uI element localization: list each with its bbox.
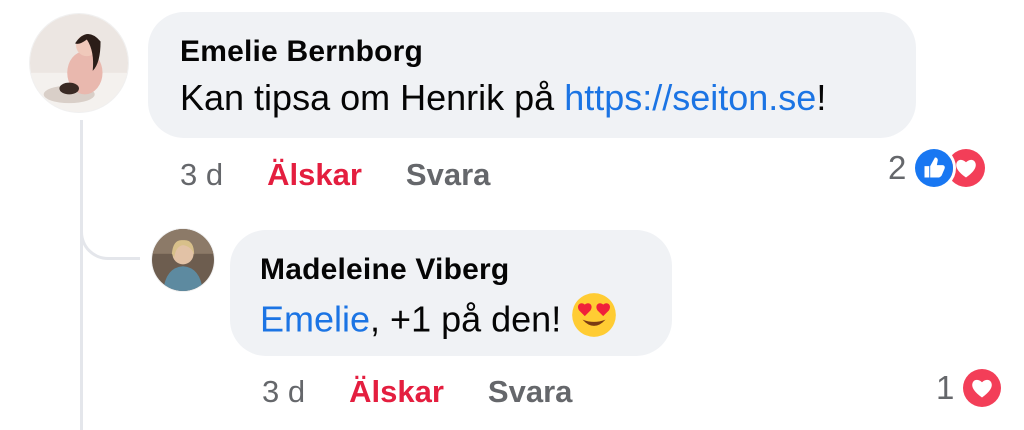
reaction-summary[interactable]: 2 (888, 146, 989, 190)
reply-button[interactable]: Svara (488, 374, 572, 410)
mention-link[interactable]: Emelie (260, 299, 370, 340)
reaction-summary[interactable]: 1 (936, 366, 1005, 410)
avatar-emelie[interactable] (30, 14, 128, 112)
like-icon (912, 146, 957, 190)
comment-time[interactable]: 3 d (180, 157, 223, 193)
reply-actions: 3 d Älskar Svara (262, 374, 572, 410)
reaction-count: 2 (888, 149, 907, 186)
reply-button[interactable]: Svara (406, 157, 490, 193)
avatar-madeleine[interactable] (152, 229, 214, 291)
comment-text-part: Kan tipsa om Henrik på (180, 77, 565, 118)
heart-eyes-emoji (571, 293, 617, 344)
love-icon (960, 366, 1005, 410)
thread-line (80, 120, 83, 430)
reply-author[interactable]: Madeleine Viberg (260, 253, 509, 287)
comment-bubble: Emelie Bernborg Kan tipsa om Henrik på h… (148, 12, 916, 138)
comment-actions: 3 d Älskar Svara (180, 157, 490, 193)
reply-time[interactable]: 3 d (262, 374, 305, 410)
reply-bubble: Madeleine Viberg Emelie, +1 på den! (230, 230, 672, 356)
love-button[interactable]: Älskar (349, 374, 444, 410)
avatar-photo (30, 14, 128, 112)
reply-connector (80, 190, 140, 260)
comment-text-part: ! (816, 77, 827, 118)
reply-text-part: , +1 på den! (370, 298, 572, 340)
comment-link[interactable]: https://seiton.se (564, 77, 816, 118)
avatar-photo (152, 229, 214, 291)
comment-author[interactable]: Emelie Bernborg (180, 35, 423, 69)
comment-text: Kan tipsa om Henrik på https://seiton.se… (180, 80, 826, 116)
reply-text: Emelie, +1 på den! (260, 293, 617, 344)
love-button[interactable]: Älskar (267, 157, 362, 193)
reaction-count: 1 (936, 369, 955, 406)
